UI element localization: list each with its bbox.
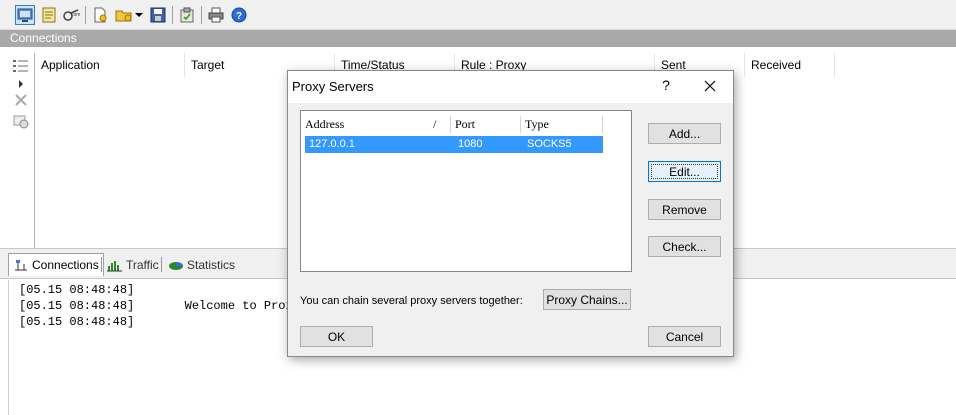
help-button[interactable]: ? [660, 77, 672, 95]
profile-icon[interactable] [15, 5, 35, 25]
new-profile-icon[interactable] [90, 5, 110, 25]
tab-connections[interactable]: Connections [8, 253, 104, 276]
expand-arrow-icon[interactable] [12, 76, 30, 92]
sort-indicator: / [433, 117, 437, 131]
save-profile-icon[interactable] [148, 5, 168, 25]
open-profile-icon[interactable] [114, 5, 134, 25]
log-icon[interactable] [39, 5, 59, 25]
add-button[interactable]: Add... [648, 123, 721, 144]
statistics-pie-icon [169, 261, 183, 270]
tab-statistics[interactable]: Statistics [164, 253, 239, 276]
tab-traffic-label: Traffic [126, 257, 159, 272]
log-line: [05.15 08:48:48] [19, 283, 135, 297]
connections-side-toolbar [8, 54, 34, 248]
close-connection-icon[interactable] [12, 92, 30, 108]
ok-button[interactable]: OK [300, 326, 373, 347]
proxy-servers-dialog: Proxy Servers ? Address / Port Type 127.… [287, 70, 734, 357]
toolbar: com ? [0, 0, 956, 30]
dropdown-arrow-icon[interactable] [133, 5, 145, 25]
cancel-button[interactable]: Cancel [648, 326, 721, 347]
proxy-server-list[interactable]: Address / Port Type 127.0.0.1 1080 SOCKS… [300, 110, 632, 272]
dialog-title-bar[interactable]: Proxy Servers ? [288, 71, 733, 103]
tab-statistics-label: Statistics [187, 257, 236, 272]
row-port: 1080 [458, 138, 483, 150]
column-header-received[interactable]: Received [745, 53, 835, 77]
proxy-chains-button[interactable]: Proxy Chains... [543, 289, 631, 310]
dialog-title: Proxy Servers [292, 79, 374, 94]
remove-button[interactable]: Remove [648, 199, 721, 220]
proxy-servers-icon[interactable]: com [61, 5, 81, 25]
print-icon[interactable] [206, 5, 226, 25]
log-line: [05.15 08:48:48] [19, 315, 135, 329]
check-button[interactable]: Check... [648, 236, 721, 257]
help-icon[interactable]: ? [229, 5, 249, 25]
connections-icon [15, 260, 27, 271]
tab-connections-label: Connections [32, 258, 99, 272]
tab-traffic[interactable]: Traffic [103, 253, 163, 276]
row-type: SOCKS5 [527, 138, 572, 150]
column-header-address[interactable]: Address / [301, 116, 451, 133]
svg-text:com: com [71, 12, 80, 18]
list-view-icon[interactable] [12, 58, 30, 74]
svg-text:?: ? [236, 11, 242, 22]
edit-button[interactable]: Edit... [648, 161, 721, 182]
traffic-chart-icon [107, 260, 122, 271]
proxy-server-row[interactable]: 127.0.0.1 1080 SOCKS5 [305, 136, 603, 153]
row-address: 127.0.0.1 [309, 138, 355, 150]
connections-section-title: Connections [0, 30, 956, 47]
proxifier-window: com ? Connections Application Target Tim… [0, 0, 956, 415]
chain-hint-text: You can chain several proxy servers toge… [300, 295, 523, 307]
address-header-label: Address [305, 117, 345, 131]
rules-icon[interactable] [177, 5, 197, 25]
column-header-port[interactable]: Port [451, 116, 521, 133]
column-header-type[interactable]: Type [521, 116, 603, 133]
column-header-application[interactable]: Application [35, 53, 185, 77]
connection-details-icon[interactable] [12, 114, 30, 130]
close-icon[interactable] [701, 77, 719, 95]
